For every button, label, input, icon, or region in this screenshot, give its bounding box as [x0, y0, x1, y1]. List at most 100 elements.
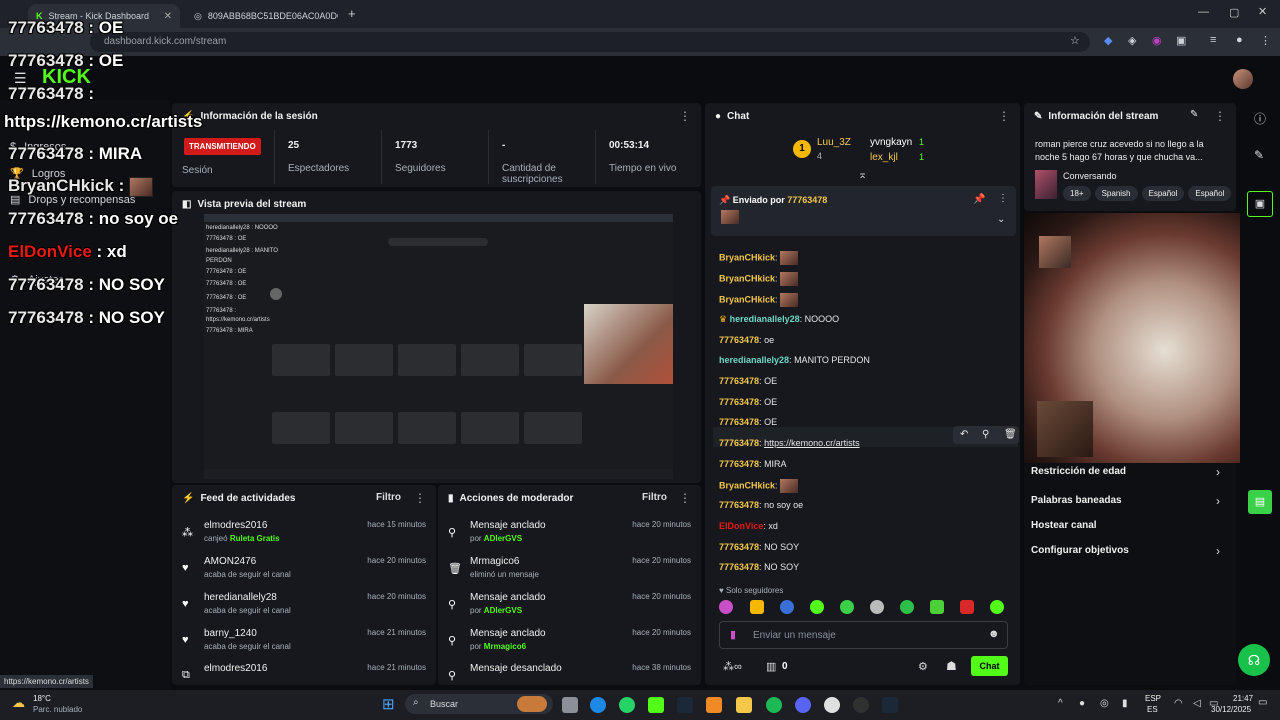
whatsapp-icon[interactable] [619, 697, 635, 713]
chat-message[interactable]: 77763478: NO SOY [719, 542, 799, 552]
stream-preview-video[interactable]: heredianallely28 : NOOOO 77763478 : OE h… [204, 214, 673, 479]
tray-icon[interactable]: ● [1079, 698, 1085, 709]
new-tab-icon[interactable]: + [348, 6, 356, 21]
media-icon[interactable]: ≡ [1210, 34, 1216, 46]
chat-message[interactable]: 77763478: no soy oe [719, 500, 803, 510]
folder-icon[interactable] [736, 697, 752, 713]
taskbar-search[interactable]: ⌕ Buscar [405, 694, 553, 714]
goals-link[interactable]: Configurar objetivos [1031, 545, 1129, 556]
reply-icon[interactable]: ↶ [960, 429, 968, 440]
url-field[interactable]: dashboard.kick.com/stream [90, 32, 1090, 52]
menu-icon[interactable]: ⋮ [1260, 34, 1271, 47]
avatar[interactable] [1233, 69, 1253, 89]
volume-icon[interactable]: ◁ [1193, 698, 1201, 709]
support-icon[interactable]: ☊ [1238, 644, 1270, 676]
tray-icon[interactable]: ◎ [1100, 698, 1109, 709]
extension-icon[interactable]: ◆ [1104, 34, 1112, 47]
extension-icon[interactable]: ◉ [1152, 34, 1162, 47]
emote-icon[interactable] [840, 600, 854, 614]
emoji-icon[interactable]: ☻ [988, 628, 1000, 640]
chat-message[interactable]: ♛ heredianallely28: NOOOO [719, 314, 839, 325]
steam-icon[interactable] [882, 697, 898, 713]
gift-icon[interactable]: ☗ [946, 659, 957, 673]
windows-icon[interactable]: ⊞ [382, 695, 395, 713]
kick-app-icon[interactable] [648, 697, 664, 713]
top-gifter[interactable]: lex_kjl [870, 152, 898, 163]
mic-icon[interactable]: ▮ [1122, 698, 1128, 709]
emote-icon[interactable] [900, 600, 914, 614]
close-icon[interactable]: ✕ [164, 11, 172, 22]
emote-icon[interactable] [930, 600, 944, 614]
emote-icon[interactable] [870, 600, 884, 614]
edge-icon[interactable] [590, 697, 606, 713]
mic-icon[interactable]: ▮ [730, 628, 736, 641]
spotify-icon[interactable] [766, 697, 782, 713]
weather-icon[interactable]: ☁ [12, 695, 25, 711]
age-restriction-link[interactable]: Restricción de edad [1031, 466, 1126, 477]
more-icon[interactable]: ⋮ [998, 109, 1010, 123]
chevron-right-icon[interactable]: › [1216, 465, 1220, 479]
minimize-icon[interactable]: — [1198, 6, 1209, 18]
maximize-icon[interactable]: ▢ [1229, 6, 1239, 19]
host-channel-link[interactable]: Hostear canal [1031, 520, 1097, 531]
tray-chevron-icon[interactable]: ^ [1058, 698, 1063, 709]
chat-message[interactable]: ElDonVice: xd [719, 521, 778, 531]
chrome-icon[interactable] [824, 697, 840, 713]
banned-words-link[interactable]: Palabras baneadas [1031, 495, 1122, 506]
tag[interactable]: Español [1188, 186, 1232, 201]
send-chat-button[interactable]: Chat [971, 656, 1008, 676]
emote-icon[interactable] [990, 600, 1004, 614]
chat-message[interactable]: BryanCHkick: [719, 272, 799, 286]
infinity-icon[interactable]: ⁂∞ [723, 660, 742, 673]
more-icon[interactable]: ⋮ [414, 491, 426, 505]
emote-icon[interactable] [960, 600, 974, 614]
puzzle-icon[interactable]: ▣ [1176, 34, 1186, 47]
trash-icon[interactable]: 🗑 [1004, 429, 1017, 440]
filter-button[interactable]: Filtro [376, 492, 401, 503]
filter-button[interactable]: Filtro [642, 492, 667, 503]
chevron-right-icon[interactable]: › [1216, 494, 1220, 508]
chat-message[interactable]: 77763478: NO SOY [719, 562, 799, 572]
clock-date[interactable]: 30/12/2025 [1211, 705, 1251, 714]
emote-icon[interactable] [719, 600, 733, 614]
tab-second[interactable]: ◎ 809ABB68BC51BDE06AC0A0DC [186, 4, 338, 28]
chat-message[interactable]: 77763478: oe [719, 335, 774, 345]
task-view-icon[interactable] [562, 697, 578, 713]
wifi-icon[interactable]: ◠ [1174, 698, 1183, 709]
chat-message[interactable]: BryanCHkick: [719, 251, 799, 265]
chat-message[interactable]: 77763478: https://kemono.cr/artists [719, 438, 860, 448]
vlc-icon[interactable] [706, 697, 722, 713]
tag[interactable]: 18+ [1063, 186, 1091, 201]
chat-message[interactable]: 77763478: OE [719, 376, 777, 386]
chevron-down-icon[interactable]: ⌄ [997, 214, 1005, 225]
pinned-message[interactable]: 📌 Enviado por 77763478 📌 ⋮ ⌄ [711, 186, 1016, 236]
chat-message[interactable]: 77763478: OE [719, 397, 777, 407]
language-indicator[interactable]: ESP [1145, 694, 1161, 703]
star-icon[interactable]: ☆ [1070, 34, 1080, 47]
top-gifter[interactable]: yvngkayn [870, 137, 912, 148]
chat-message[interactable]: BryanCHkick: [719, 479, 799, 493]
obs-icon[interactable] [853, 697, 869, 713]
app-icon[interactable]: ▤ [1248, 490, 1272, 514]
chest-icon[interactable]: ▥ [766, 660, 776, 673]
edit-icon[interactable]: ✎ [1190, 109, 1198, 120]
info-icon[interactable]: ⓘ [1254, 110, 1266, 127]
more-icon[interactable]: ⋮ [1214, 109, 1226, 123]
top-gifter[interactable]: Luu_3Z [817, 137, 851, 148]
discord-icon[interactable] [795, 697, 811, 713]
chat-input[interactable]: Enviar un mensaje [753, 630, 836, 641]
emote-icon[interactable] [750, 600, 764, 614]
chevron-right-icon[interactable]: › [1216, 544, 1220, 558]
close-window-icon[interactable]: ✕ [1258, 5, 1267, 18]
clock-time[interactable]: 21:47 [1233, 694, 1253, 703]
gear-icon[interactable]: ⚙ [918, 660, 928, 673]
chat-message[interactable]: 77763478: MIRA [719, 459, 787, 469]
chat-message[interactable]: heredianallely28: MANITO PERDON [719, 355, 870, 365]
layout-icon[interactable]: ▣ [1247, 191, 1273, 217]
pin-icon[interactable]: 📌 [973, 194, 985, 205]
chat-message[interactable]: 77763478: OE [719, 417, 777, 427]
collapse-icon[interactable]: ⌅ [858, 168, 867, 181]
extension-icon[interactable]: ◈ [1128, 34, 1136, 47]
tag[interactable]: Spanish [1094, 186, 1138, 201]
emote-icon[interactable] [810, 600, 824, 614]
